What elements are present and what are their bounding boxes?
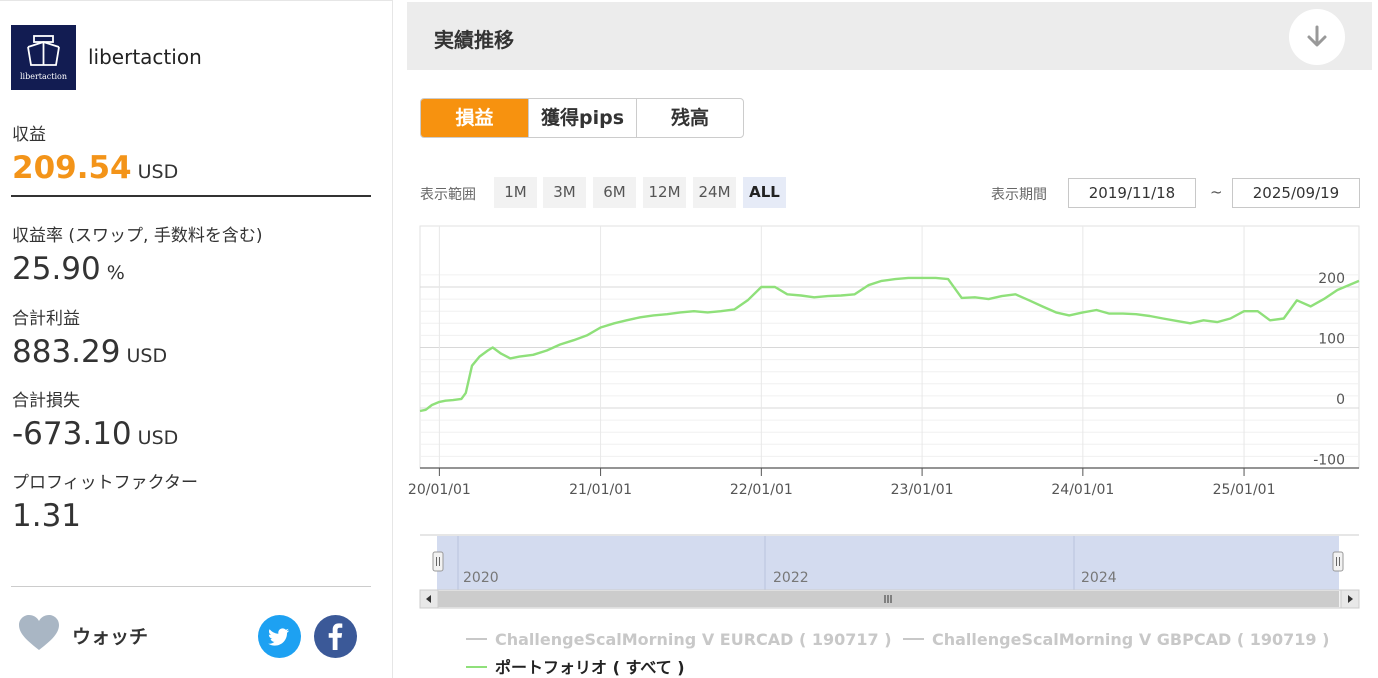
y-tick-label: 100 (1318, 332, 1345, 348)
profit-factor-number: 1.31 (12, 498, 82, 534)
x-tick-label: 22/01/01 (730, 482, 793, 498)
section-title: 実績推移 (434, 28, 514, 52)
heart-icon[interactable] (18, 614, 60, 652)
legend-item-portfolio[interactable]: ポートフォリオ ( すべて ) (466, 654, 685, 678)
x-axis-ticks: 20/01/01 21/01/01 22/01/01 23/01/01 24/01/01… (408, 467, 1359, 498)
total-gain-number: 883.29 (12, 334, 121, 370)
summary-inner: libertaction libertaction 収益 209.54 USD 収… (0, 0, 393, 678)
total-gain-label: 合計利益 (12, 309, 80, 329)
total-loss-label: 合計損失 (12, 391, 80, 411)
profit-divider (11, 195, 371, 197)
ship-logo-icon (27, 35, 60, 66)
navigator-handle (1332, 551, 1344, 572)
rate-unit: % (106, 262, 125, 284)
navigator-selection (437, 536, 1339, 590)
profit-value: 209.54 USD (12, 150, 178, 186)
total-gain-unit: USD (126, 345, 168, 367)
period-from-input[interactable]: 2019/11/18 (1068, 178, 1196, 208)
profit-number: 209.54 (12, 150, 132, 186)
profit-label: 収益 (12, 125, 46, 145)
range-24m-button[interactable]: 24M (693, 177, 736, 208)
twitter-share-button[interactable] (258, 615, 301, 658)
legend-item-gbpcad[interactable]: ChallengeScalMorning V GBPCAD ( 190719 ) (903, 630, 1329, 649)
section-header: 実績推移 (407, 2, 1372, 70)
strategy-summary-panel: libertaction libertaction 収益 209.54 USD 収… (0, 0, 393, 678)
tab-profit[interactable]: 損益 (421, 99, 528, 137)
tab-balance[interactable]: 残高 (636, 99, 743, 137)
performance-chart[interactable]: 20/01/01 21/01/01 22/01/01 23/01/01 24/01/01… (407, 220, 1372, 620)
total-loss-number: -673.10 (12, 416, 132, 452)
range-1m-button[interactable]: 1M (494, 177, 537, 208)
period-tilde: ~ (1210, 183, 1223, 201)
legend-swatch (466, 638, 487, 640)
total-loss-unit: USD (137, 427, 179, 449)
twitter-icon (268, 628, 289, 646)
range-6m-button[interactable]: 6M (593, 177, 636, 208)
facebook-icon (328, 623, 343, 650)
profit-factor-value: 1.31 (12, 498, 81, 534)
legend-swatch (466, 666, 487, 668)
x-tick-label: 20/01/01 (408, 482, 471, 498)
range-12m-button[interactable]: 12M (643, 177, 686, 208)
x-tick-label: 23/01/01 (891, 482, 954, 498)
y-tick-label: -100 (1313, 453, 1345, 469)
rate-number: 25.90 (12, 251, 101, 287)
legend-swatch (903, 638, 924, 640)
total-gain-value: 883.29 USD (12, 334, 167, 370)
strategy-logo[interactable]: libertaction (11, 25, 76, 90)
x-tick-label: 24/01/01 (1051, 482, 1114, 498)
range-label: 表示範囲 (420, 187, 476, 203)
arrow-down-icon (1307, 25, 1327, 47)
period-label: 表示期間 (991, 187, 1047, 203)
period-to-input[interactable]: 2025/09/19 (1232, 178, 1360, 208)
legend-label: ChallengeScalMorning V EURCAD ( 190717 ) (495, 630, 892, 649)
legend-label: ポートフォリオ ( すべて ) (495, 658, 685, 677)
logo-text: libertaction (19, 72, 67, 81)
x-tick-label: 21/01/01 (569, 482, 632, 498)
total-loss-value: -673.10 USD (12, 416, 178, 452)
legend-item-eurcad[interactable]: ChallengeScalMorning V EURCAD ( 190717 ) (466, 630, 892, 649)
profit-unit: USD (137, 161, 179, 183)
y-tick-label: 0 (1336, 392, 1345, 408)
y-tick-label: 200 (1318, 271, 1345, 287)
navigator-year-label: 2020 (463, 570, 499, 586)
rate-value: 25.90% (12, 251, 125, 287)
navigator-year-label: 2022 (773, 570, 809, 586)
watch-divider (11, 586, 371, 587)
chart-grid (419, 225, 1360, 469)
metric-tabs: 損益 獲得pips 残高 (420, 98, 744, 138)
range-navigator[interactable]: 2020 2022 2024 (419, 534, 1360, 609)
strategy-name[interactable]: libertaction (88, 45, 202, 69)
watch-label[interactable]: ウォッチ (72, 622, 148, 649)
range-all-button[interactable]: ALL (743, 177, 786, 208)
x-tick-label: 25/01/01 (1213, 482, 1276, 498)
rate-label: 収益率 (スワップ, 手数料を含む) (12, 226, 263, 246)
navigator-year-label: 2024 (1081, 570, 1117, 586)
navigator-handle (432, 551, 444, 572)
tab-pips[interactable]: 獲得pips (528, 99, 636, 137)
facebook-share-button[interactable] (314, 615, 357, 658)
performance-panel: 実績推移 損益 獲得pips 残高 表示範囲 1M 3M 6M 12M 24M … (407, 0, 1372, 678)
legend-label: ChallengeScalMorning V GBPCAD ( 190719 ) (932, 630, 1330, 649)
range-3m-button[interactable]: 3M (543, 177, 586, 208)
profit-factor-label: プロフィットファクター (12, 473, 198, 493)
collapse-button[interactable] (1289, 9, 1345, 65)
